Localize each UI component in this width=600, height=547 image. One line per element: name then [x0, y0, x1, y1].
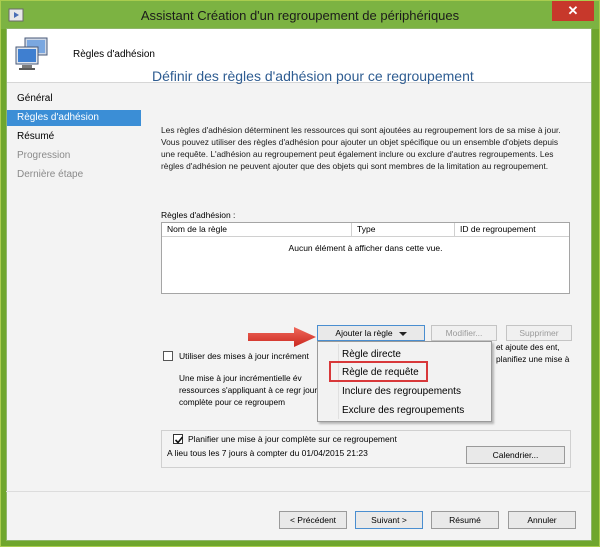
incremental-description-right: et ajoute des ent, planifiez une mise à — [496, 342, 570, 364]
wizard-nav: Général Règles d'adhésion Résumé Progres… — [7, 85, 141, 540]
computers-icon — [15, 37, 48, 70]
title-bar[interactable]: Assistant Création d'un regroupement de … — [1, 1, 599, 29]
nav-item-last-step: Dernière étape — [17, 169, 84, 180]
nav-item-membership-rules[interactable]: Règles d'adhésion — [7, 110, 141, 126]
menu-item-exclude-groups[interactable]: Exclure des regroupements — [342, 403, 464, 419]
window-title: Assistant Création d'un regroupement de … — [140, 8, 460, 23]
schedule-text: A lieu tous les 7 jours à compter du 01/… — [167, 448, 368, 458]
close-button[interactable]: ✕ — [552, 1, 594, 21]
highlight-box-annotation — [329, 361, 428, 382]
empty-table-message: Aucun élément à afficher dans cette vue. — [288, 243, 443, 253]
schedule-full-update-label: Planifier une mise à jour complète sur c… — [188, 434, 397, 444]
footer-divider — [6, 491, 590, 492]
previous-button[interactable]: < Précédent — [279, 511, 347, 529]
incremental-update-checkbox[interactable] — [163, 351, 173, 361]
modify-button[interactable]: Modifier... — [431, 325, 497, 341]
cancel-button[interactable]: Annuler — [508, 511, 576, 529]
schedule-full-update-checkbox[interactable] — [173, 434, 184, 444]
incremental-description-left: Une mise à jour incrémentielle év ressou… — [179, 373, 318, 407]
calendar-button[interactable]: Calendrier... — [466, 446, 565, 464]
column-header-type[interactable]: Type — [352, 223, 455, 237]
page-title: Règles d'adhésion — [73, 49, 155, 60]
red-arrow-annotation-icon — [248, 327, 316, 347]
rules-table[interactable]: Nom de la règle Type ID de regroupement … — [161, 222, 570, 294]
menu-item-include-groups[interactable]: Inclure des regroupements — [342, 384, 461, 400]
description-text: Les règles d'adhésion déterminent les re… — [161, 125, 561, 171]
next-button[interactable]: Suivant > — [355, 511, 423, 529]
checkmark-icon — [174, 436, 184, 444]
nav-item-progress: Progression — [17, 150, 71, 161]
nav-item-summary[interactable]: Résumé — [7, 129, 141, 145]
incremental-update-label: Utiliser des mises à jour incrément — [179, 351, 309, 361]
rules-label: Règles d'adhésion : — [161, 210, 236, 220]
dropdown-arrow-icon — [398, 331, 407, 336]
nav-item-general[interactable]: Général — [7, 91, 141, 107]
column-header-rule-name[interactable]: Nom de la règle — [162, 223, 352, 237]
section-heading: Définir des règles d'adhésion pour ce re… — [152, 68, 474, 84]
summary-button[interactable]: Résumé — [431, 511, 499, 529]
delete-button[interactable]: Supprimer — [506, 325, 572, 341]
add-rule-label: Ajouter la règle — [335, 328, 393, 338]
column-header-group-id[interactable]: ID de regroupement — [455, 223, 569, 237]
add-rule-button[interactable]: Ajouter la règle — [317, 325, 425, 341]
